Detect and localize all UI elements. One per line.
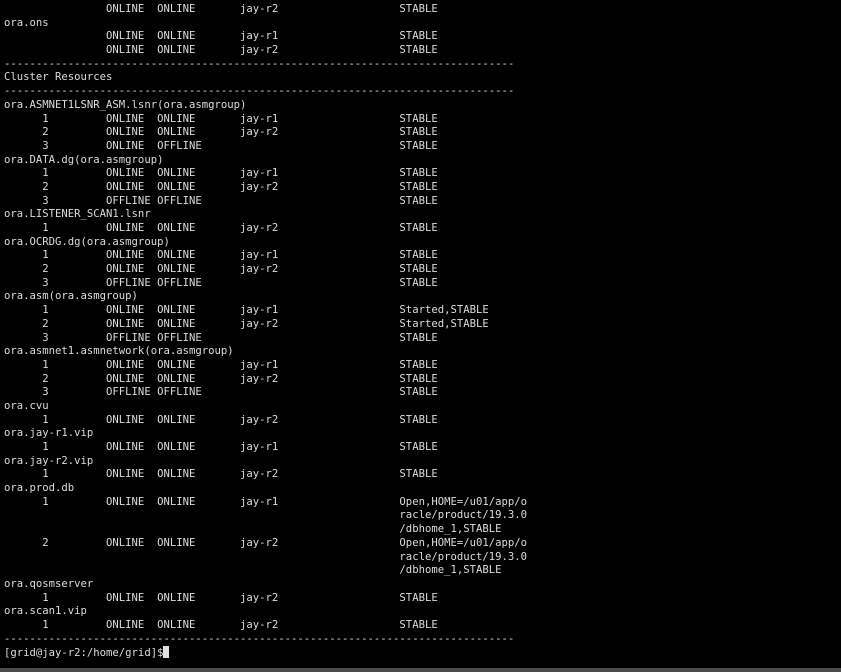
terminal-line: 2 ONLINE ONLINE jay-r2 Started,STABLE — [4, 317, 489, 330]
terminal-line: 1 ONLINE ONLINE jay-r1 STABLE — [4, 358, 438, 371]
terminal-line: ora.prod.db — [4, 482, 75, 495]
terminal-line: ora.cvu — [4, 399, 49, 412]
terminal-line: ora.LISTENER_SCAN1.lsnr — [4, 208, 151, 221]
terminal-line: 1 ONLINE ONLINE jay-r2 STABLE — [4, 618, 438, 631]
terminal-line: ora.ons — [4, 16, 49, 29]
terminal-line: ora.qosmserver — [4, 577, 94, 590]
terminal-output: ONLINE ONLINE jay-r2 STABLE ora.ons ONLIN… — [4, 3, 841, 646]
terminal-line: 1 ONLINE ONLINE jay-r2 STABLE — [4, 468, 438, 481]
terminal-line: 1 ONLINE ONLINE jay-r1 STABLE — [4, 167, 438, 180]
terminal-line: ora.DATA.dg(ora.asmgroup) — [4, 153, 164, 166]
terminal-line: 1 ONLINE ONLINE jay-r1 Open,HOME=/u01/ap… — [4, 495, 527, 508]
terminal-line: 3 OFFLINE OFFLINE STABLE — [4, 386, 438, 399]
terminal-line: ONLINE ONLINE jay-r2 STABLE — [4, 3, 438, 15]
terminal-window[interactable]: ONLINE ONLINE jay-r2 STABLE ora.ons ONLIN… — [0, 0, 841, 668]
terminal-line: 3 OFFLINE OFFLINE STABLE — [4, 194, 438, 207]
terminal-line: ----------------------------------------… — [4, 85, 515, 98]
terminal-line: 1 ONLINE ONLINE jay-r1 STABLE — [4, 441, 438, 453]
terminal-line: 2 ONLINE ONLINE jay-r2 STABLE — [4, 126, 438, 139]
terminal-line: 3 ONLINE OFFLINE STABLE — [4, 139, 438, 152]
terminal-line: 2 ONLINE ONLINE jay-r2 STABLE — [4, 180, 438, 193]
terminal-line: 3 OFFLINE OFFLINE STABLE — [4, 331, 438, 344]
terminal-line: ora.asm(ora.asmgroup) — [4, 290, 138, 303]
terminal-line: ----------------------------------------… — [4, 632, 515, 645]
prompt-line[interactable]: [grid@jay-r2:/home/grid]$ — [4, 646, 841, 660]
terminal-line: ora.ASMNET1LSNR_ASM.lsnr(ora.asmgroup) — [4, 98, 247, 111]
shell-prompt: [grid@jay-r2:/home/grid]$ — [4, 647, 164, 660]
terminal-line: ora.jay-r2.vip — [4, 454, 94, 467]
terminal-line: 3 OFFLINE OFFLINE STABLE — [4, 276, 438, 289]
terminal-line: racle/product/19.3.0 — [4, 550, 527, 563]
terminal-line: ONLINE ONLINE jay-r2 STABLE — [4, 44, 438, 57]
terminal-line: 1 ONLINE ONLINE jay-r1 Started,STABLE — [4, 304, 489, 317]
terminal-line: ONLINE ONLINE jay-r1 STABLE — [4, 30, 438, 43]
terminal-line: /dbhome_1,STABLE — [4, 564, 502, 577]
terminal-line: ----------------------------------------… — [4, 57, 515, 70]
window-bottom-strip — [0, 668, 841, 672]
terminal-line: ora.scan1.vip — [4, 605, 87, 618]
terminal-line: ora.jay-r1.vip — [4, 427, 94, 440]
text-cursor — [163, 646, 170, 659]
terminal-line: 1 ONLINE ONLINE jay-r2 STABLE — [4, 222, 438, 234]
terminal-line: Cluster Resources — [4, 71, 113, 84]
terminal-line: 1 ONLINE ONLINE jay-r2 STABLE — [4, 413, 438, 426]
terminal-line: racle/product/19.3.0 — [4, 509, 527, 522]
terminal-line: 2 ONLINE ONLINE jay-r2 STABLE — [4, 372, 438, 385]
terminal-line: 1 ONLINE ONLINE jay-r1 STABLE — [4, 112, 438, 125]
terminal-line: 1 ONLINE ONLINE jay-r1 STABLE — [4, 249, 438, 262]
terminal-line: /dbhome_1,STABLE — [4, 523, 502, 536]
terminal-line: ora.OCRDG.dg(ora.asmgroup) — [4, 235, 170, 248]
terminal-line: ora.asmnet1.asmnetwork(ora.asmgroup) — [4, 345, 234, 358]
terminal-line: 1 ONLINE ONLINE jay-r2 STABLE — [4, 591, 438, 604]
terminal-line: 2 ONLINE ONLINE jay-r2 Open,HOME=/u01/ap… — [4, 536, 527, 549]
terminal-line: 2 ONLINE ONLINE jay-r2 STABLE — [4, 263, 438, 276]
